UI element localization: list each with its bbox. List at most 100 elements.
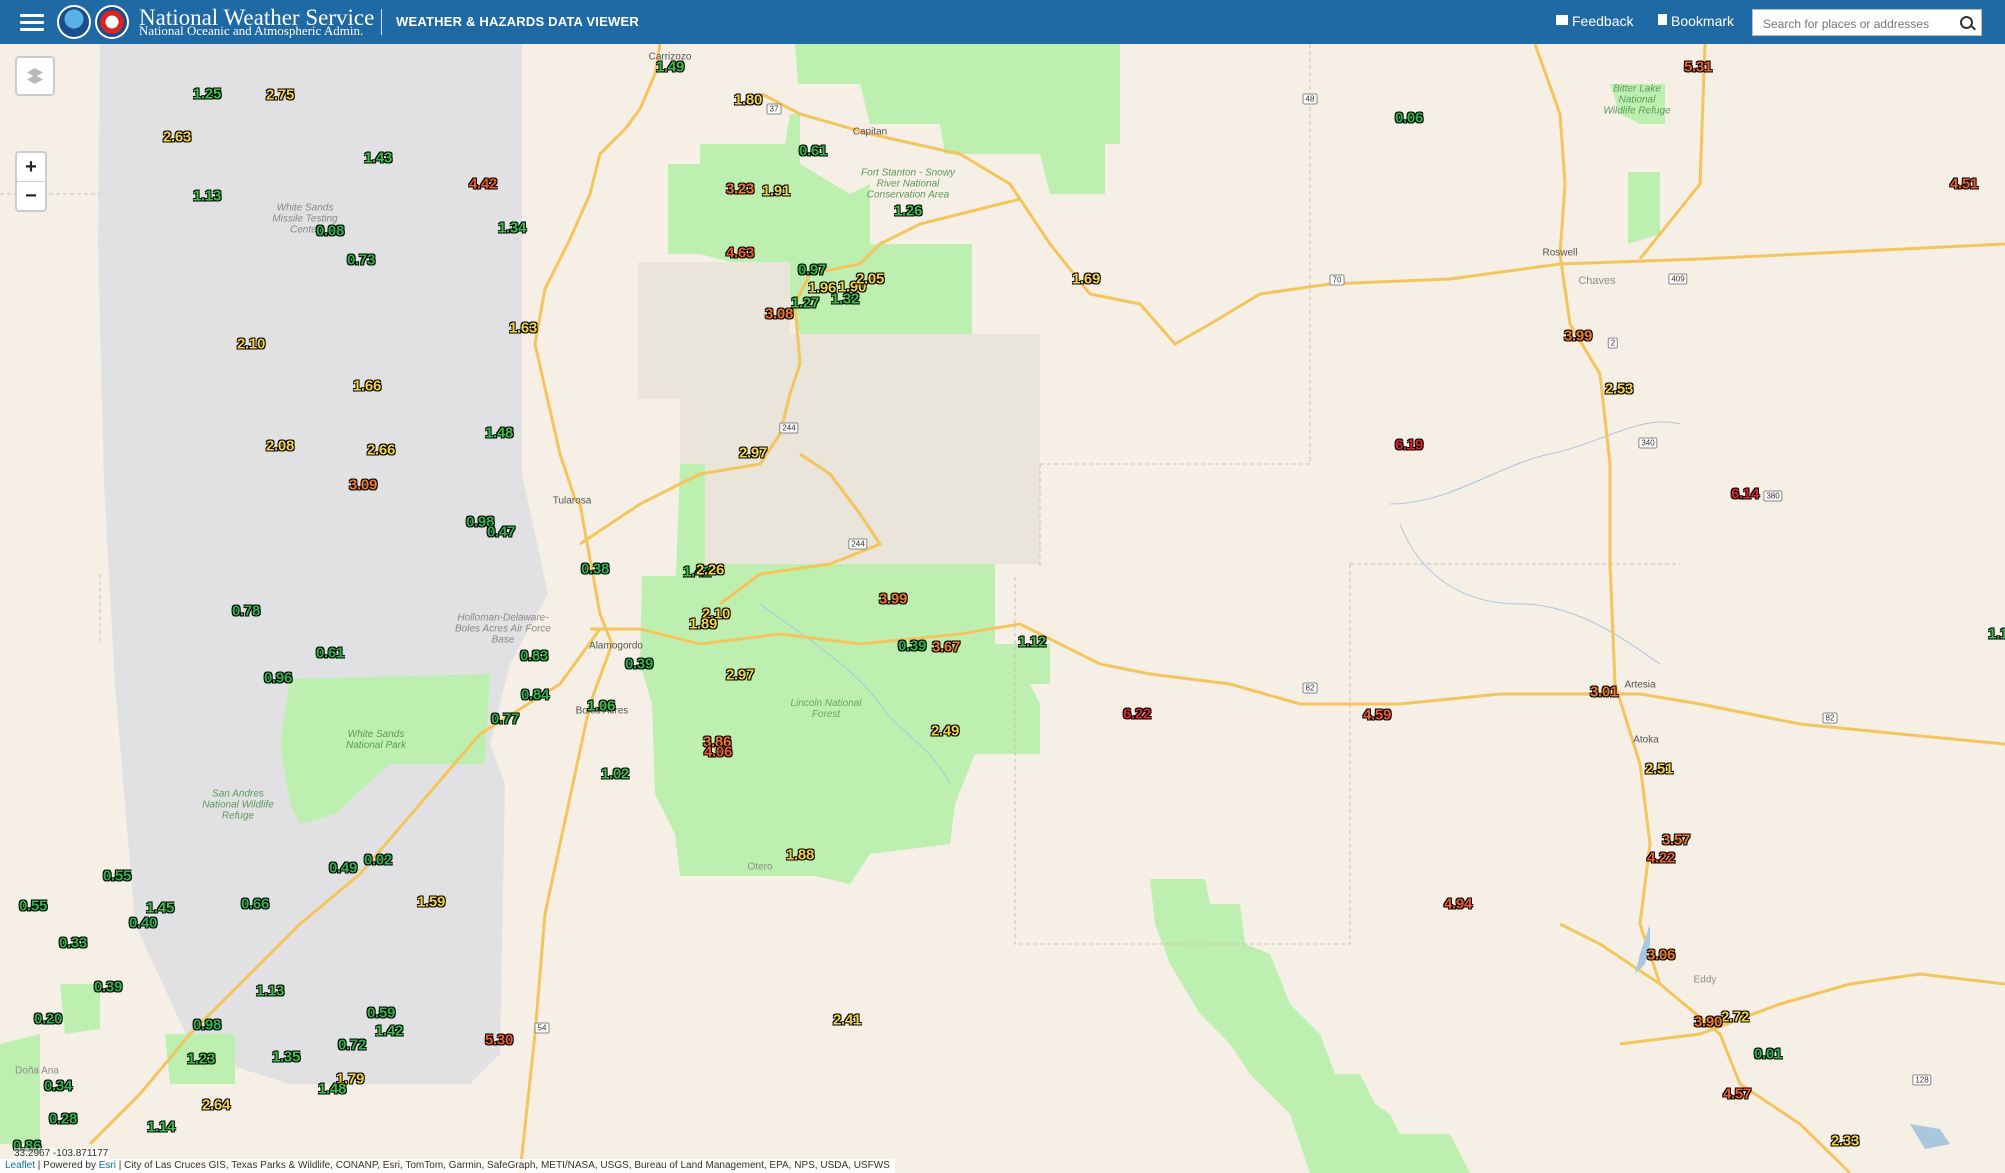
precip-value-marker[interactable]: 1.26 [894, 203, 922, 220]
precip-value-marker[interactable]: 2.66 [367, 442, 395, 459]
menu-icon[interactable] [20, 10, 44, 34]
precip-value-marker[interactable]: 0.96 [264, 670, 292, 687]
precip-value-marker[interactable]: 2.63 [163, 129, 191, 146]
precip-value-marker[interactable]: 3.01 [1590, 684, 1618, 701]
precip-value-marker[interactable]: 1.43 [364, 150, 392, 167]
precip-value-marker[interactable]: 0.39 [94, 979, 122, 996]
precip-value-marker[interactable]: 2.51 [1645, 761, 1673, 778]
precip-value-marker[interactable]: 2.97 [739, 445, 767, 462]
precip-value-marker[interactable]: 3.09 [349, 477, 377, 494]
precip-value-marker[interactable]: 5.31 [1684, 59, 1712, 76]
precip-value-marker[interactable]: 3.90 [1694, 1014, 1722, 1031]
precip-value-marker[interactable]: 2.05 [856, 271, 884, 288]
precip-value-marker[interactable]: 1.88 [786, 847, 814, 864]
search-icon[interactable] [1960, 16, 1973, 29]
precip-value-marker[interactable]: 0.83 [520, 648, 548, 665]
search-input[interactable] [1753, 10, 1955, 37]
precip-value-marker[interactable]: 0.59 [367, 1005, 395, 1022]
precip-value-marker[interactable]: 3.57 [1662, 832, 1690, 849]
precip-value-marker[interactable]: 3.23 [726, 181, 754, 198]
precip-value-marker[interactable]: 1.14 [147, 1119, 175, 1136]
precip-value-marker[interactable]: 1.13 [256, 983, 284, 1000]
precip-value-marker[interactable]: 1.69 [1072, 271, 1100, 288]
map-canvas[interactable]: + − Carrizozo Capitan Tularosa Alamogord… [0, 44, 2005, 1173]
precip-value-marker[interactable]: 0.02 [364, 852, 392, 869]
precip-value-marker[interactable]: 0.78 [232, 603, 260, 620]
precip-value-marker[interactable]: 2.64 [202, 1097, 230, 1114]
precip-value-marker[interactable]: 1.13 [193, 188, 221, 205]
precip-value-marker[interactable]: 0.47 [487, 524, 515, 541]
precip-value-marker[interactable]: 2.10 [237, 336, 265, 353]
precip-value-marker[interactable]: 4.57 [1723, 1086, 1751, 1103]
precip-value-marker[interactable]: 2.75 [266, 87, 294, 104]
precip-value-marker[interactable]: 3.67 [932, 639, 960, 656]
precip-value-marker[interactable]: 2.97 [726, 667, 754, 684]
precip-value-marker[interactable]: 1.49 [656, 59, 684, 76]
precip-value-marker[interactable]: 0.55 [19, 898, 47, 915]
precip-value-marker[interactable]: 0.77 [491, 711, 519, 728]
precip-value-marker[interactable]: 0.97 [798, 262, 826, 279]
precip-value-marker[interactable]: 4.94 [1444, 896, 1472, 913]
precip-value-marker[interactable]: 1.25 [193, 86, 221, 103]
precip-value-marker[interactable]: 1.12 [1018, 634, 1046, 651]
precip-value-marker[interactable]: 0.39 [625, 656, 653, 673]
precip-value-marker[interactable]: 3.99 [1564, 328, 1592, 345]
precip-value-marker[interactable]: 4.51 [1950, 176, 1978, 193]
zoom-in-button[interactable]: + [17, 153, 45, 181]
precip-value-marker[interactable]: 0.01 [1754, 1046, 1782, 1063]
precip-value-marker[interactable]: 1.34 [498, 220, 526, 237]
precip-value-marker[interactable]: 1.91 [762, 183, 790, 200]
precip-value-marker[interactable]: 0.72 [338, 1037, 366, 1054]
precip-value-marker[interactable]: 0.33 [59, 935, 87, 952]
precip-value-marker[interactable]: 5.30 [485, 1032, 513, 1049]
precip-value-marker[interactable]: 0.73 [347, 252, 375, 269]
precip-value-marker[interactable]: 0.38 [581, 561, 609, 578]
esri-link[interactable]: Esri [99, 1160, 116, 1171]
precip-value-marker[interactable]: 0.28 [49, 1111, 77, 1128]
precip-value-marker[interactable]: 4.63 [726, 245, 754, 262]
bookmark-link[interactable]: Bookmark [1658, 13, 1734, 29]
precip-value-marker[interactable]: 1.27 [791, 295, 819, 312]
precip-value-marker[interactable]: 1.1 [1988, 626, 2005, 643]
precip-value-marker[interactable]: 3.06 [1647, 947, 1675, 964]
precip-value-marker[interactable]: 0.98 [193, 1017, 221, 1034]
precip-value-marker[interactable]: 4.42 [469, 176, 497, 193]
precip-value-marker[interactable]: 0.61 [799, 143, 827, 160]
precip-value-marker[interactable]: 3.08 [765, 306, 793, 323]
layers-button[interactable] [15, 56, 55, 96]
precip-value-marker[interactable]: 0.06 [1395, 110, 1423, 127]
precip-value-marker[interactable]: 0.20 [34, 1011, 62, 1028]
precip-value-marker[interactable]: 1.48 [485, 425, 513, 442]
precip-value-marker[interactable]: 2.41 [833, 1012, 861, 1029]
precip-value-marker[interactable]: 0.08 [316, 223, 344, 240]
precip-value-marker[interactable]: 4.22 [1647, 850, 1675, 867]
precip-value-marker[interactable]: 3.99 [879, 591, 907, 608]
precip-value-marker[interactable]: 4.06 [704, 744, 732, 761]
precip-value-marker[interactable]: 1.66 [353, 378, 381, 395]
precip-value-marker[interactable]: 0.84 [521, 687, 549, 704]
precip-value-marker[interactable]: 2.53 [1605, 381, 1633, 398]
precip-value-marker[interactable]: 1.89 [689, 616, 717, 633]
precip-value-marker[interactable]: 6.22 [1123, 706, 1151, 723]
precip-value-marker[interactable]: 1.23 [187, 1051, 215, 1068]
precip-value-marker[interactable]: 2.72 [1721, 1009, 1749, 1026]
precip-value-marker[interactable]: 0.61 [316, 645, 344, 662]
precip-value-marker[interactable]: 1.06 [587, 698, 615, 715]
precip-value-marker[interactable]: 0.40 [129, 915, 157, 932]
feedback-link[interactable]: Feedback [1556, 13, 1633, 29]
precip-value-marker[interactable]: 1.80 [734, 92, 762, 109]
precip-value-marker[interactable]: 1.48 [318, 1081, 346, 1098]
precip-value-marker[interactable]: 1.35 [272, 1049, 300, 1066]
precip-value-marker[interactable]: 2.33 [1831, 1133, 1859, 1150]
precip-value-marker[interactable]: 1.32 [831, 291, 859, 308]
precip-value-marker[interactable]: 1.59 [417, 894, 445, 911]
precip-value-marker[interactable]: 0.34 [44, 1078, 72, 1095]
precip-value-marker[interactable]: 0.66 [241, 896, 269, 913]
precip-value-marker[interactable]: 6.14 [1731, 486, 1759, 503]
leaflet-link[interactable]: Leaflet [5, 1160, 35, 1171]
precip-value-marker[interactable]: 1.63 [509, 320, 537, 337]
precip-value-marker[interactable]: 2.26 [696, 562, 724, 579]
precip-value-marker[interactable]: 2.49 [931, 723, 959, 740]
precip-value-marker[interactable]: 6.19 [1395, 437, 1423, 454]
precip-value-marker[interactable]: 4.59 [1363, 707, 1391, 724]
